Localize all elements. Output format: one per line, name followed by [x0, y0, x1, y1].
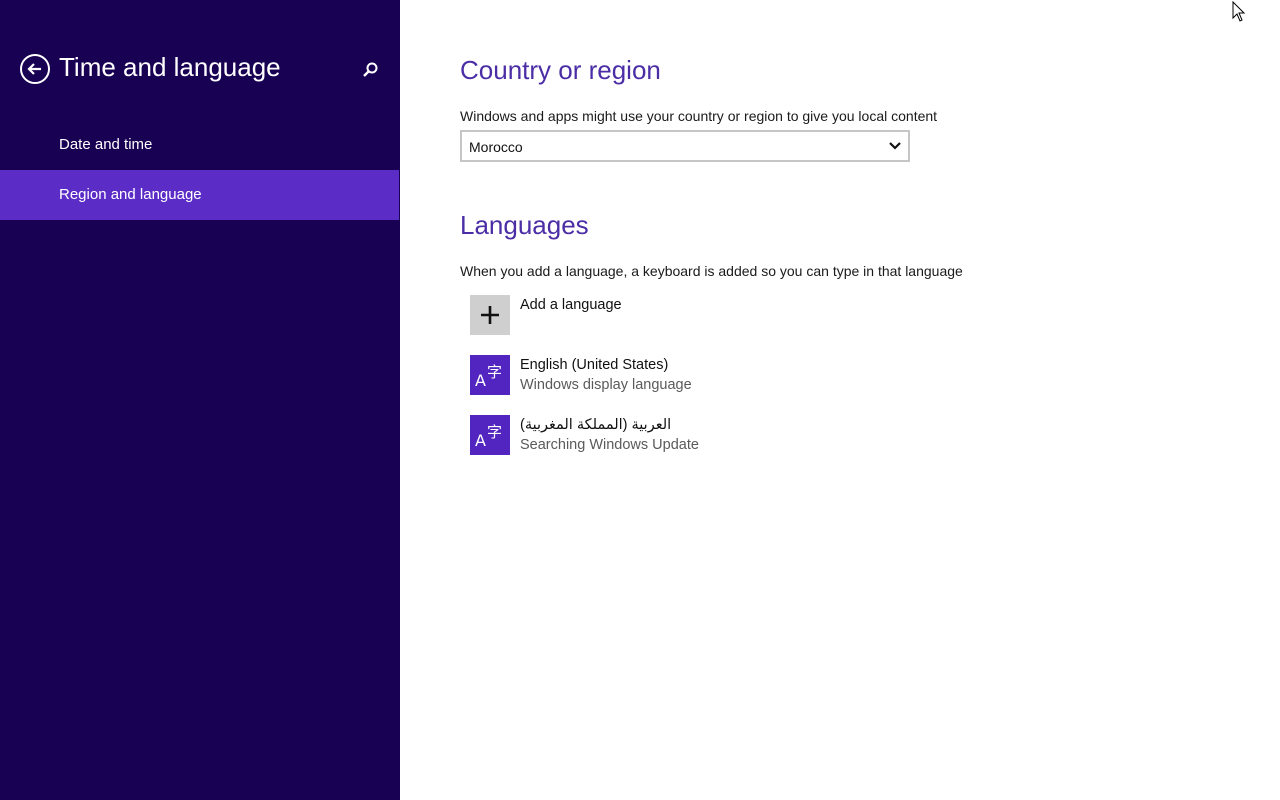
language-name: English (United States) [520, 357, 669, 373]
svg-text:A: A [475, 371, 486, 390]
languages-description: When you add a language, a keyboard is a… [460, 263, 963, 279]
language-item-arabic[interactable]: A 字 العربية (المملكة المغربية) Searching… [470, 415, 970, 457]
languages-section-title: Languages [460, 210, 589, 240]
svg-text:字: 字 [487, 423, 502, 441]
svg-text:A: A [475, 431, 486, 450]
country-description: Windows and apps might use your country … [460, 108, 938, 124]
sidebar-item-region-and-language[interactable]: Region and language [0, 170, 399, 220]
chevron-down-icon [889, 142, 901, 150]
country-select-value: Morocco [469, 139, 523, 155]
language-icon: A 字 [470, 415, 510, 455]
svg-text:字: 字 [487, 363, 502, 381]
page-title: Time and language [59, 52, 281, 82]
back-arrow-icon[interactable] [20, 54, 50, 84]
sidebar-item-date-and-time[interactable]: Date and time [0, 120, 399, 170]
add-language-button[interactable]: Add a language [470, 295, 970, 337]
sidebar: Time and language Date and time Region a… [0, 0, 400, 800]
plus-icon [470, 295, 510, 335]
add-language-label: Add a language [520, 297, 622, 313]
language-item-english[interactable]: A 字 English (United States) Windows disp… [470, 355, 970, 397]
country-section-title: Country or region [460, 55, 661, 85]
sidebar-item-label: Region and language [59, 186, 202, 203]
search-icon[interactable] [360, 60, 380, 80]
language-icon: A 字 [470, 355, 510, 395]
country-select[interactable]: Morocco [460, 130, 910, 162]
mouse-cursor-icon [1232, 1, 1246, 22]
language-status: Searching Windows Update [520, 437, 699, 453]
language-status: Windows display language [520, 377, 692, 393]
sidebar-item-label: Date and time [59, 136, 153, 153]
main-content: Country or region Windows and apps might… [400, 0, 1280, 800]
language-name: العربية (المملكة المغربية) [520, 417, 672, 433]
